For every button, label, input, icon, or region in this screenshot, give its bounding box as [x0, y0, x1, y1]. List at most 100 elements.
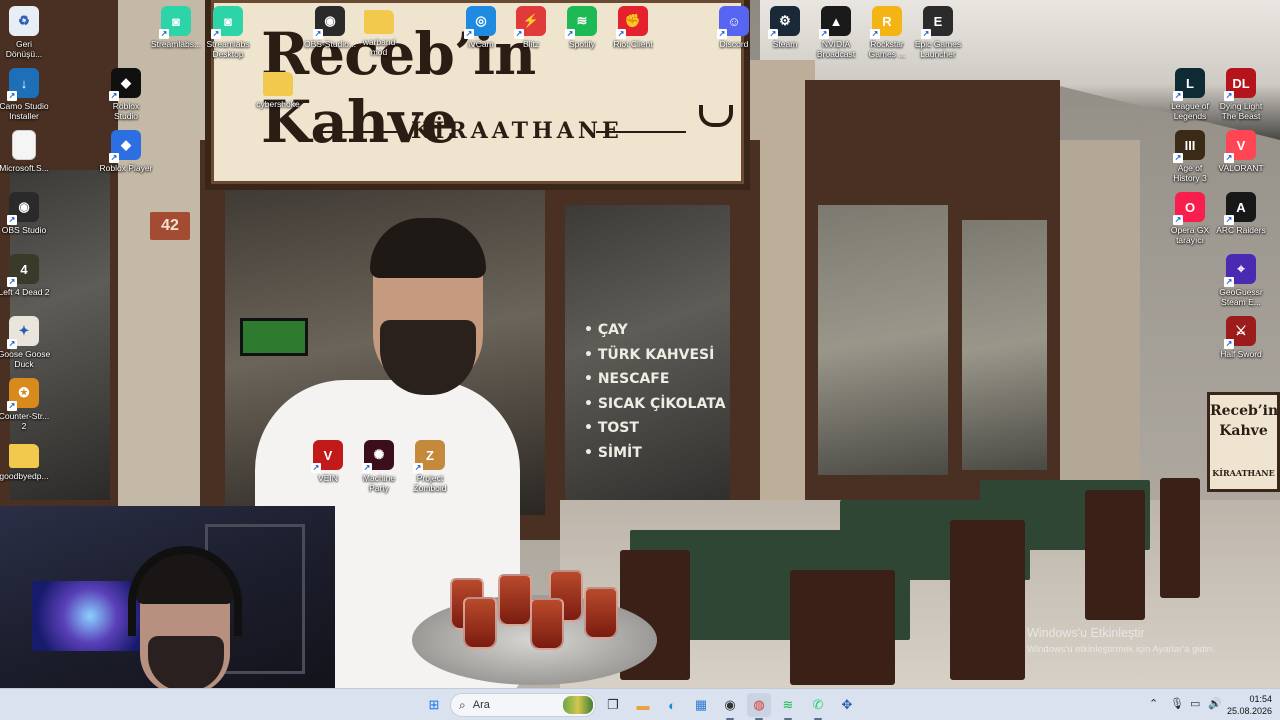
desktop-shortcut-label: Project Zomboid	[413, 473, 447, 493]
obs-studio-icon: ◉	[7, 192, 39, 225]
tea-glass	[498, 574, 532, 626]
desktop-shortcut-label: Counter-Str... 2	[0, 411, 50, 431]
menu-item: SİMİT	[584, 441, 726, 466]
desktop-shortcut-label: GeoGuessr Steam E...	[1219, 287, 1263, 307]
desktop-shortcut[interactable]: ✊Riot Client	[603, 6, 663, 49]
valorant-icon: V	[1224, 130, 1256, 163]
whatsapp-icon[interactable]: ✆	[806, 693, 830, 720]
desktop-shortcut[interactable]: Microsoft.S...	[0, 130, 54, 173]
desktop-shortcut[interactable]: ⌖GeoGuessr Steam E...	[1211, 254, 1271, 307]
menu-item: SICAK ÇİKOLATA	[584, 392, 726, 417]
streamlabs-desktop-icon: ◙	[211, 6, 243, 39]
desktop-shortcut[interactable]: goodbyedp...	[0, 440, 54, 481]
menu-item: TOST	[584, 416, 726, 441]
menu-item: NESCAFE	[584, 367, 726, 392]
chrome-icon[interactable]: ◍	[747, 693, 771, 720]
desktop-shortcut[interactable]: ♻ Geri Dönüşü...	[0, 6, 54, 59]
spotify-icon[interactable]: ≋	[776, 693, 800, 720]
arc-raiders-icon: A	[1224, 192, 1256, 225]
folder-icon	[364, 10, 394, 34]
desktop-shortcut-label: Riot Client	[613, 39, 653, 49]
roblox-studio-icon: ◆	[109, 68, 141, 101]
epic-games-icon: E	[921, 6, 953, 39]
tea-glass	[530, 598, 564, 650]
search-icon: ⌕	[459, 697, 466, 712]
desktop-shortcut[interactable]: ◙Streamlabs Desktop	[198, 6, 258, 59]
streamer-beard	[148, 636, 224, 688]
edge-icon[interactable]: ◐	[660, 693, 684, 717]
project-zomboid-icon: Z	[413, 440, 445, 473]
widgets-icon[interactable]: ✥	[835, 693, 859, 717]
desktop-shortcut-label: Left 4 Dead 2	[0, 287, 50, 297]
desktop-shortcut-label: Goose Goose Duck	[0, 349, 51, 369]
desktop-shortcut-label: Epic Games Launcher	[914, 39, 962, 59]
league-of-legends-icon: L	[1173, 68, 1205, 101]
taskbar-search-box[interactable]: ⌕ Ara	[450, 693, 596, 717]
desktop-shortcut-label: ARC Raiders	[1216, 225, 1266, 235]
desktop-shortcut[interactable]: ◆Roblox Studio	[96, 68, 156, 121]
display-icon[interactable]: ▭	[1190, 697, 1200, 710]
rockstar-games-icon: R	[870, 6, 902, 39]
streamlabs-icon: ◙	[159, 6, 191, 39]
windows-activation-watermark: Windows'u Etkinleştir Windows'u etkinleş…	[1027, 626, 1215, 655]
desktop-shortcut-label: OBS Studio	[1, 225, 47, 235]
desktop-shortcut[interactable]: ⚔Half Sword	[1211, 316, 1271, 359]
shop-sign-subtitle: KİRAATHANE	[411, 118, 623, 144]
document-icon	[12, 130, 36, 160]
cafe-chair	[1160, 478, 1200, 598]
desktop-shortcut-label: Streamlabs...	[150, 39, 202, 49]
desktop-shortcut[interactable]: ✦Goose Goose Duck	[0, 316, 54, 369]
menu-item: ÇAY	[584, 318, 726, 343]
geoguessr-icon: ⌖	[1224, 254, 1256, 287]
window-menu-list: ÇAY TÜRK KAHVESİ NESCAFE SICAK ÇİKOLATA …	[584, 318, 726, 465]
start-button[interactable]: ⊞	[422, 693, 446, 717]
desktop-shortcut[interactable]: ◆Roblox Player	[96, 130, 156, 173]
desktop-shortcut[interactable]: cybershoke	[248, 68, 308, 109]
tv-screen	[240, 318, 308, 356]
folder-icon	[263, 72, 293, 96]
task-view-button[interactable]: ❐	[601, 693, 625, 717]
folder-icon	[9, 444, 39, 468]
house-number: 42	[150, 212, 190, 240]
desktop-shortcut[interactable]: DLDying Light The Beast	[1211, 68, 1271, 121]
obs-studio-icon[interactable]: ◉	[718, 693, 742, 720]
desktop-shortcut[interactable]: 4Left 4 Dead 2	[0, 254, 54, 297]
riot-client-icon: ✊	[616, 6, 648, 39]
dying-light-icon: DL	[1224, 68, 1256, 101]
system-clock[interactable]: 01:54 25.08.2026	[1227, 693, 1272, 717]
street-sign-board: Receb’in Kahve KİRAATHANE	[1207, 392, 1280, 492]
desktop-shortcut-label: Roblox Player	[99, 163, 153, 173]
volume-icon[interactable]: 🔊	[1208, 697, 1222, 710]
microsoft-store-icon[interactable]: ▦	[689, 693, 713, 717]
chevron-up-icon[interactable]: ⌃	[1149, 697, 1158, 710]
opera-gx-icon: O	[1173, 192, 1205, 225]
desktop-shortcut-label: VALORANT	[1218, 163, 1264, 173]
desktop-shortcut-label: Camo Studio Installer	[0, 101, 49, 121]
machine-party-icon: ✺	[362, 440, 394, 473]
desktop-shortcut-label: warband mod	[362, 37, 396, 57]
webcam-overlay	[0, 506, 335, 688]
desktop-shortcut-label: goodbyedp...	[0, 471, 49, 481]
left4dead-icon: 4	[7, 254, 39, 287]
microphone-icon[interactable]: 🎙	[1170, 697, 1184, 710]
menu-item: TÜRK KAHVESİ	[584, 343, 726, 368]
obs-studio-icon: ◉	[313, 6, 345, 39]
desktop-shortcut[interactable]: warband mod	[349, 6, 409, 57]
stone-pillar	[1060, 140, 1140, 480]
tea-glass	[463, 597, 497, 649]
ivcam-icon: ◎	[464, 6, 496, 39]
desktop-shortcut[interactable]: EEpic Games Launcher	[908, 6, 968, 59]
desktop-shortcut-label: Microsoft.S...	[0, 163, 49, 173]
desktop-shortcut-label: Dying Light The Beast	[1219, 101, 1263, 121]
file-explorer-icon[interactable]: ▬	[631, 693, 655, 717]
discord-icon: ☺	[717, 6, 749, 39]
desktop-shortcut[interactable]: ZProject Zomboid	[400, 440, 460, 493]
desktop-shortcut[interactable]: ◉OBS Studio	[0, 192, 54, 235]
desktop-shortcut[interactable]: ✪Counter-Str... 2	[0, 378, 54, 431]
activation-title: Windows'u Etkinleştir	[1027, 626, 1145, 640]
window-glass	[962, 220, 1047, 470]
desktop-shortcut[interactable]: VVALORANT	[1211, 130, 1271, 173]
desktop-shortcut[interactable]: ↓Camo Studio Installer	[0, 68, 54, 121]
desktop-shortcut[interactable]: ◙Streamlabs...	[146, 6, 206, 49]
desktop-shortcut[interactable]: AARC Raiders	[1211, 192, 1271, 235]
